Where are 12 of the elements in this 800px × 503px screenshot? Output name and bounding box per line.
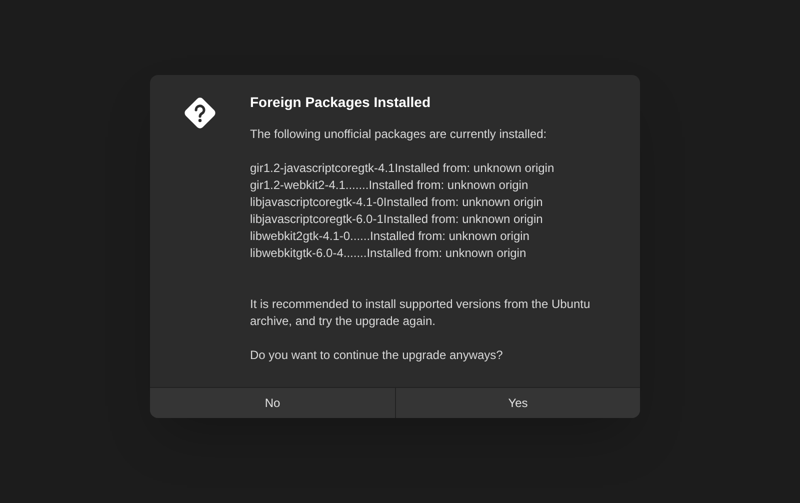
recommendation-text: It is recommended to install supported versions from the Ubuntu archive, and try the upgrade again.	[250, 296, 592, 330]
question-text: Do you want to continue the upgrade anyways?	[250, 347, 504, 364]
dialog-button[interactable]: No	[150, 388, 396, 418]
package-line: libjavascriptcoregtk-6.0-1Installed from: unknown origin	[250, 211, 544, 228]
package-line: gir1.2-webkit2-4.1.......Installed from: unknown origin	[250, 177, 530, 194]
dialog-button[interactable]: Yes	[396, 388, 640, 418]
package-line: gir1.2-javascriptcoregtk-4.1Installed from: unknown origin	[250, 160, 556, 177]
package-line: libwebkitgtk-6.0-4.......Installed from: unknown origin	[250, 245, 528, 262]
intro-text: The following unofficial packages are currently installed:	[250, 126, 548, 143]
package-line: libjavascriptcoregtk-4.1-0Installed from: unknown origin	[250, 194, 544, 211]
package-line: libwebkit2gtk-4.1-0......Installed from: unknown origin	[250, 228, 530, 245]
dialog-title: Foreign Packages Installed	[250, 94, 432, 111]
